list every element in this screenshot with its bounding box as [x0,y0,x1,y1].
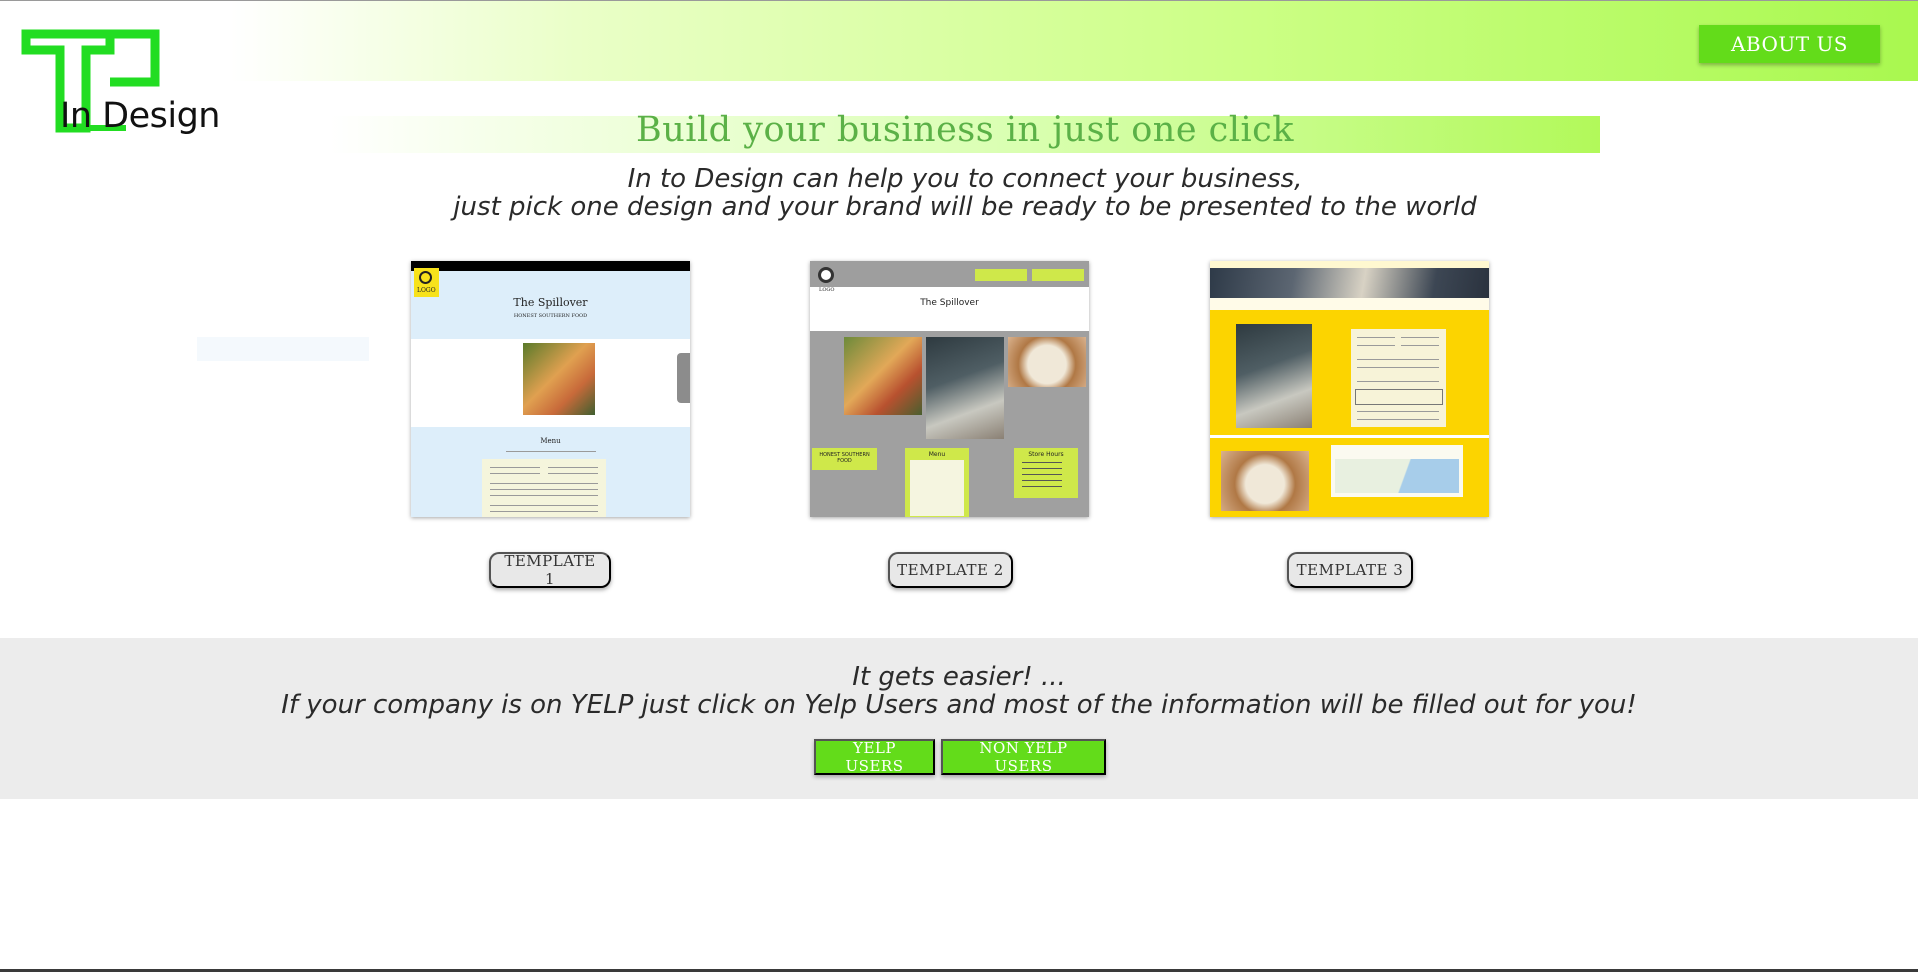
t1-logo-box: LOGO [414,268,439,297]
t3-banner [1210,268,1489,298]
t1-menu-title: Menu [540,437,561,445]
t1-divider [506,451,596,452]
t2-wall-image [926,337,1004,439]
hero-subtitle: In to Design can help you to connect you… [330,165,1600,221]
template-3-preview[interactable] [1210,261,1489,517]
t1-side-image [677,353,690,403]
non-yelp-users-button[interactable]: NON YELP USERS [941,739,1106,775]
t2-site-name: The Spillover [920,298,979,308]
t3-wall-image [1236,324,1312,428]
t2-food-image [844,337,922,415]
t2-logo-icon [818,267,834,283]
yelp-description: If your company is on YELP just click on… [281,690,1637,720]
ghost-overlay [197,337,369,361]
template-1-preview[interactable]: LOGO The Spillover HONEST SOUTHERN FOOD … [411,261,690,517]
t1-gallery [411,339,690,427]
t1-tagline: HONEST SOUTHERN FOOD [513,313,588,319]
t3-map-card [1331,445,1463,497]
template-1-button[interactable]: TEMPLATE 1 [489,552,611,588]
t1-logo-text: LOGO [417,287,436,294]
t3-map-image [1335,459,1459,493]
t1-food-image [523,343,595,415]
t3-menu-card [1351,329,1446,427]
hero-subtitle-line2: just pick one design and your brand will… [453,192,1477,222]
t2-header: LOGO The Spillover [810,261,1089,331]
logo-text: In Design [60,96,220,136]
hero-subtitle-line1: In to Design can help you to connect you… [627,164,1303,194]
t2-dessert-image [1008,337,1086,387]
t1-site-name: The Spillover [513,296,588,309]
t2-box-menu: Menu [905,448,969,517]
page-title: Build your business in just one click [636,110,1294,150]
yelp-users-button[interactable]: YELP USERS [814,739,935,775]
t3-dessert-image [1221,451,1309,511]
t2-box-hours: Store Hours [1014,448,1078,498]
header-bar [0,0,1918,81]
site-logo[interactable]: In Design [0,10,227,140]
t2-logo-text: LOGO [819,287,835,293]
template-2-preview[interactable]: LOGO The Spillover HONEST SOUTHERN FOOD … [810,261,1089,517]
template-3-button[interactable]: TEMPLATE 3 [1287,552,1413,588]
t2-box-honest: HONEST SOUTHERN FOOD [812,448,877,470]
yelp-heading: It gets easier! ... [852,662,1066,692]
about-us-button[interactable]: ABOUT US [1699,25,1880,63]
t1-menu-card [482,459,606,517]
t1-topbar [411,261,690,271]
template-2-button[interactable]: TEMPLATE 2 [888,552,1013,588]
